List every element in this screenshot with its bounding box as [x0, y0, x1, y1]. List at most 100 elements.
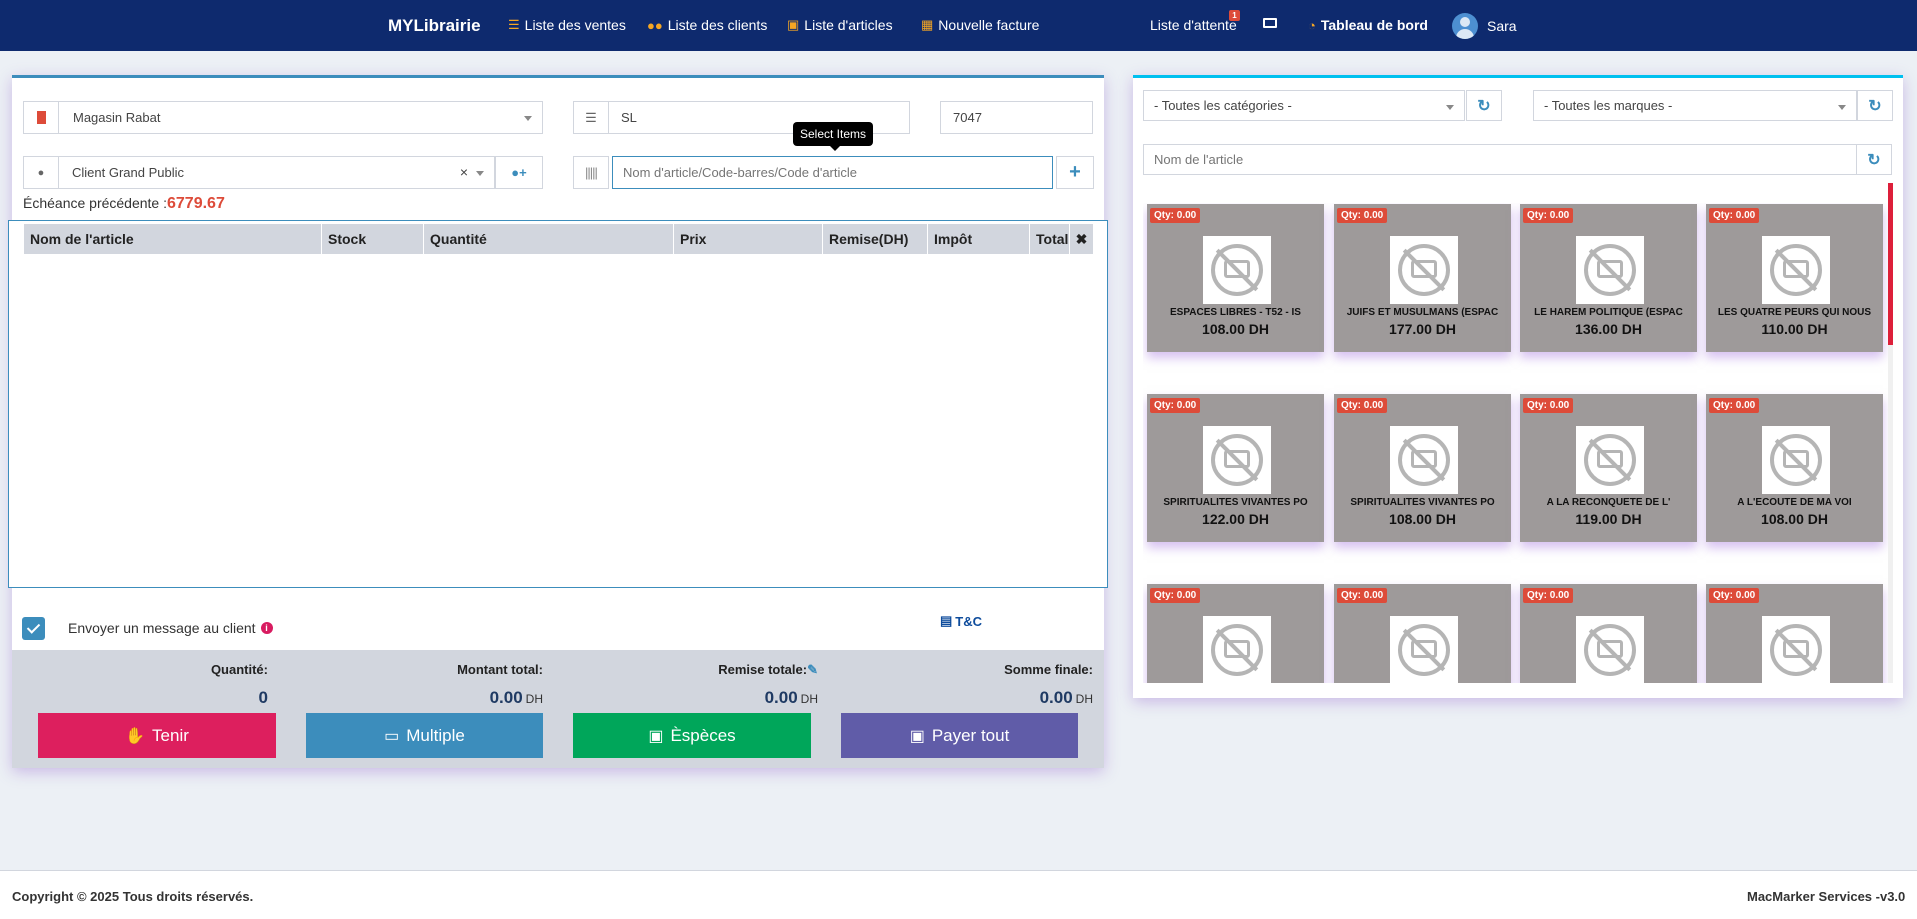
cash-button-label: Èspèces: [670, 725, 736, 745]
nav-clients-list[interactable]: ●● Liste des clients: [647, 17, 767, 33]
col-tax: Impôt: [928, 224, 1030, 254]
calculator-icon: ▦: [921, 17, 934, 32]
amount-total-label: Montant total:: [457, 662, 543, 677]
brand-logo[interactable]: MYLibrairie: [388, 16, 481, 36]
customer-select[interactable]: Client Grand Public ×: [58, 156, 495, 189]
product-card[interactable]: Qty: 0.00: [1706, 584, 1883, 683]
no-image-icon: [1203, 236, 1271, 304]
send-message-label: Envoyer un message au client: [68, 620, 256, 636]
remove-all-icon[interactable]: ✖: [1070, 224, 1093, 254]
clear-icon[interactable]: ×: [460, 164, 468, 180]
store-select-value: Magasin Rabat: [73, 110, 161, 125]
invoice-number-value: 7047: [953, 110, 982, 125]
product-price: 177.00 DH: [1389, 321, 1456, 337]
brand-select[interactable]: - Toutes les marques -: [1533, 90, 1857, 121]
items-table: Nom de l'article Stock Quantité Prix Rem…: [8, 220, 1108, 588]
invoice-number-field[interactable]: 7047: [940, 101, 1093, 134]
no-image-icon: [1576, 236, 1644, 304]
catalog-scrollbar-thumb[interactable]: [1888, 183, 1893, 345]
page-footer: [0, 870, 1917, 919]
final-currency: DH: [1075, 692, 1093, 706]
top-navbar: MYLibrairie ☰ Liste des ventes ●● Liste …: [0, 0, 1917, 51]
no-image-icon: [1762, 616, 1830, 683]
nav-new-invoice[interactable]: ▦ Nouvelle facture: [921, 17, 1039, 33]
add-article-button[interactable]: +: [1056, 156, 1094, 189]
col-total: Total: [1030, 224, 1070, 254]
hold-button[interactable]: ✋ Tenir: [38, 713, 276, 758]
nav-sales-list[interactable]: ☰ Liste des ventes: [508, 17, 626, 33]
monitor-button[interactable]: [1263, 18, 1277, 28]
col-stock: Stock: [322, 224, 424, 254]
send-message-checkbox[interactable]: [22, 617, 45, 640]
product-card[interactable]: Qty: 0.00: [1334, 584, 1511, 683]
cash-button[interactable]: ▣ Èspèces: [573, 713, 811, 758]
no-image-icon: [1203, 616, 1271, 683]
pay-all-button[interactable]: ▣ Payer tout: [841, 713, 1078, 758]
nav-waitlist[interactable]: Liste d'attente: [1150, 17, 1237, 33]
money-icon: ▣: [648, 727, 664, 745]
previous-due-value: 6779.67: [167, 195, 225, 212]
customer-icon-addon: ●: [23, 156, 59, 189]
product-card[interactable]: Qty: 0.00 JUIFS ET MUSULMANS (ESPAC 177.…: [1334, 204, 1511, 352]
product-card[interactable]: Qty: 0.00: [1147, 584, 1324, 683]
plus-icon: +: [1069, 161, 1081, 183]
amount-total-value: 0.00: [489, 688, 523, 707]
add-customer-button[interactable]: ●+: [495, 156, 543, 189]
nav-articles-list-label: Liste d'articles: [804, 17, 893, 33]
version-text: MacMarker Services -v3.0: [1747, 889, 1906, 904]
chevron-down-icon: [476, 171, 484, 176]
discount-total-row: Remise totale:✎: [660, 662, 818, 678]
amount-total: 0.00 DH: [400, 688, 543, 708]
no-image-icon: [1390, 426, 1458, 494]
user-icon: ●: [37, 166, 45, 179]
product-name: A L'ECOUTE DE MA VOI: [1737, 497, 1852, 508]
series-field-value: SL: [621, 110, 637, 125]
product-price: 119.00 DH: [1575, 511, 1642, 527]
product-card[interactable]: Qty: 0.00 A LA RECONQUETE DE L' 119.00 D…: [1520, 394, 1697, 542]
article-search-input[interactable]: [612, 156, 1053, 189]
pay-all-button-label: Payer tout: [931, 725, 1010, 745]
product-card[interactable]: Qty: 0.00 ESPACES LIBRES - T52 - IS 108.…: [1147, 204, 1324, 352]
terms-link-label: T&C: [955, 613, 983, 629]
col-quantity: Quantité: [424, 224, 674, 254]
nav-dashboard[interactable]: ◔ Tableau de bord: [1308, 17, 1428, 33]
nav-clients-list-label: Liste des clients: [667, 17, 768, 33]
product-card[interactable]: Qty: 0.00 SPIRITUALITES VIVANTES PO 108.…: [1334, 394, 1511, 542]
category-select[interactable]: - Toutes les catégories -: [1143, 90, 1465, 121]
product-price: 108.00 DH: [1202, 321, 1269, 337]
product-card[interactable]: Qty: 0.00 A L'ECOUTE DE MA VOI 108.00 DH: [1706, 394, 1883, 542]
multiple-payment-button[interactable]: ▭ Multiple: [306, 713, 543, 758]
refresh-icon: ↻: [1867, 151, 1881, 169]
edit-icon[interactable]: ✎: [807, 662, 818, 677]
article-name-filter-input[interactable]: [1143, 144, 1892, 175]
nav-sales-list-label: Liste des ventes: [524, 17, 626, 33]
product-card[interactable]: Qty: 0.00 LES QUATRE PEURS QUI NOUS 110.…: [1706, 204, 1883, 352]
info-icon[interactable]: i: [260, 622, 273, 634]
category-refresh-button[interactable]: ↻: [1466, 90, 1502, 121]
no-image-icon: [1390, 616, 1458, 683]
product-card[interactable]: Qty: 0.00 SPIRITUALITES VIVANTES PO 122.…: [1147, 394, 1324, 542]
document-icon: ▤: [940, 613, 953, 628]
discount-total: 0.00 DH: [660, 688, 818, 708]
product-price: 108.00 DH: [1761, 511, 1828, 527]
money-icon: ▣: [909, 727, 925, 745]
product-name: ESPACES LIBRES - T52 - IS: [1170, 307, 1301, 318]
qty-badge: Qty: 0.00: [1337, 588, 1388, 603]
store-select[interactable]: Magasin Rabat: [58, 101, 543, 134]
qty-badge: Qty: 0.00: [1523, 398, 1574, 413]
product-card[interactable]: Qty: 0.00 LE HAREM POLITIQUE (ESPAC 136.…: [1520, 204, 1697, 352]
product-name: JUIFS ET MUSULMANS (ESPAC: [1346, 307, 1499, 318]
brand-refresh-button[interactable]: ↻: [1857, 90, 1893, 121]
terms-link[interactable]: ▤ T&C: [940, 613, 982, 629]
name-filter-refresh-button[interactable]: ↻: [1856, 144, 1892, 175]
hold-button-label: Tenir: [152, 725, 189, 745]
col-discount: Remise(DH): [823, 224, 928, 254]
product-name: A LA RECONQUETE DE L': [1546, 497, 1671, 508]
barcode-icon-addon: |||||: [573, 156, 609, 189]
nav-articles-list[interactable]: ▣ Liste d'articles: [787, 17, 893, 33]
send-message-row: Envoyer un message au client i: [68, 620, 273, 636]
avatar[interactable]: [1452, 13, 1478, 39]
user-name[interactable]: Sara: [1487, 18, 1517, 34]
product-card[interactable]: Qty: 0.00: [1520, 584, 1697, 683]
previous-due-label: Échéance précédente :: [23, 195, 167, 211]
